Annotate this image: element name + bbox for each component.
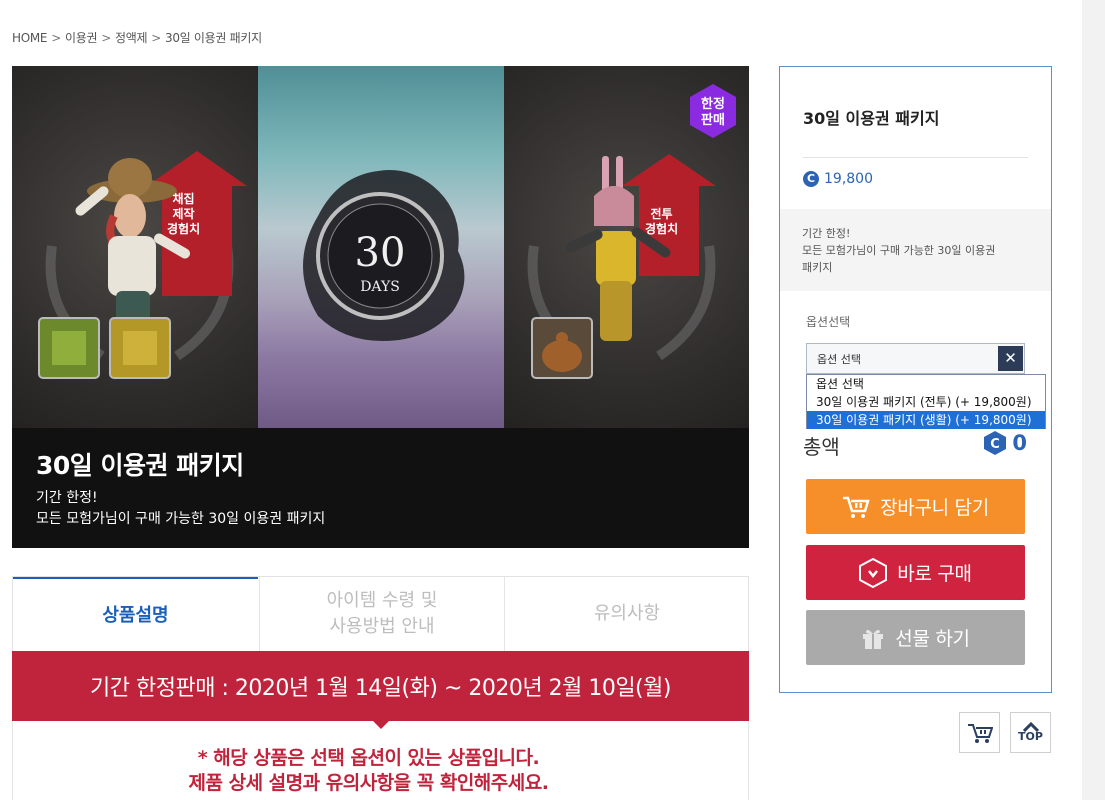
total-amount: C 0: [984, 431, 1027, 455]
desc-line-2: 모든 모험가님이 구매 가능한 30일 이용권: [802, 244, 996, 257]
close-icon[interactable]: ✕: [998, 346, 1023, 371]
days-number: 30: [355, 230, 406, 276]
gatherer-character-illustration: [38, 151, 247, 379]
banner-mid-panel: 30 DAYS: [258, 66, 504, 428]
desc-line-3: 패키지: [802, 261, 833, 274]
banner-title: 30일 이용권 패키지: [36, 451, 244, 480]
product-title: 30일 이용권 패키지: [803, 109, 940, 128]
breadcrumb-item[interactable]: 이용권: [65, 31, 98, 45]
top-label: TOP: [1018, 730, 1043, 743]
days-word: DAYS: [360, 279, 400, 295]
limited-sale-period-banner: 기간 한정판매 : 2020년 1월 14일(화) ~ 2020년 2월 10일…: [12, 651, 749, 729]
breadcrumb-separator: >: [51, 31, 61, 45]
svg-text:판매: 판매: [701, 112, 725, 128]
right-scroll-gutter: [1082, 0, 1105, 800]
svg-text:한정: 한정: [701, 96, 725, 112]
tab-precautions[interactable]: 유의사항: [504, 577, 749, 652]
banner-caption: 30일 이용권 패키지 기간 한정! 모든 모험가님이 구매 가능한 30일 이…: [12, 428, 749, 548]
option-label: 옵션선택: [806, 315, 851, 329]
tab-item-usage-guide-label: 아이템 수령 및 사용방법 안내: [326, 590, 438, 637]
option-select-value: 옵션 선택: [817, 353, 861, 366]
breadcrumb-home[interactable]: HOME: [12, 31, 48, 45]
option-item[interactable]: 옵션 선택: [807, 375, 1045, 393]
tab-item-usage-guide[interactable]: 아이템 수령 및 사용방법 안내: [259, 577, 504, 652]
gathering-exp-label: 채집 제작 경험치: [167, 192, 201, 236]
buy-now-button[interactable]: 바로 구매: [806, 545, 1025, 600]
banner-left-panel: 채집 제작 경험치: [12, 66, 258, 428]
price-value: 19,800: [824, 171, 873, 187]
scroll-to-top-button[interactable]: TOP: [1010, 712, 1051, 753]
total-label: 총액: [803, 435, 840, 459]
desc-line-1: 기간 한정!: [802, 227, 851, 240]
product-description: 기간 한정! 모든 모험가님이 구매 가능한 30일 이용권 패키지: [780, 209, 1051, 291]
breadcrumb-current: 30일 이용권 패키지: [164, 31, 262, 45]
total-value: 0: [1012, 431, 1027, 455]
banner-subtitle-2: 모든 모험가님이 구매 가능한 30일 이용권 패키지: [36, 511, 326, 527]
product-banner: 채집 제작 경험치 30 DAYS 전투 경험치 한정 판매 30일 이용권 패…: [12, 66, 749, 548]
banner-subtitle-1: 기간 한정!: [36, 490, 98, 506]
gift-icon: [861, 626, 885, 650]
svg-text:C: C: [991, 437, 1001, 452]
buy-hex-arrow-icon: [859, 557, 888, 588]
gift-label: 선물 하기: [895, 628, 970, 650]
detail-tabs: 상품설명 아이템 수령 및 사용방법 안내 유의사항: [12, 576, 749, 652]
breadcrumb: HOME > 이용권 > 정액제 >30일 이용권 패키지: [12, 29, 266, 46]
gift-button[interactable]: 선물 하기: [806, 610, 1025, 665]
coin-icon: C: [984, 431, 1007, 455]
purchase-panel: 30일 이용권 패키지 C 19,800 기간 한정! 모든 모험가님이 구매 …: [779, 66, 1052, 693]
breadcrumb-separator: >: [151, 31, 161, 45]
coin-icon: C: [803, 171, 819, 187]
cart-icon: [842, 495, 870, 519]
thirty-days-emblem: 30 DAYS: [303, 170, 465, 341]
notice-line-2: 제품 상세 설명과 유의사항을 꼭 확인해주세요.: [188, 772, 549, 794]
combat-exp-label: 전투 경험치: [645, 207, 679, 236]
option-item-crafting-selected[interactable]: 30일 이용권 패키지 (생활) (+ 19,800원): [807, 411, 1045, 429]
breadcrumb-separator: >: [101, 31, 111, 45]
option-dropdown: 옵션 선택 30일 이용권 패키지 (전투) (+ 19,800원) 30일 이…: [806, 374, 1046, 429]
add-to-cart-button[interactable]: 장바구니 담기: [806, 479, 1025, 534]
buy-now-label: 바로 구매: [897, 563, 972, 585]
limited-sale-badge: 한정 판매: [690, 84, 736, 138]
notice-line-1: * 해당 상품은 선택 옵션이 있는 상품입니다.: [197, 747, 540, 769]
option-select[interactable]: 옵션 선택 ✕: [806, 343, 1025, 374]
product-price: C 19,800: [803, 171, 873, 187]
add-to-cart-label: 장바구니 담기: [880, 497, 989, 519]
floating-cart-button[interactable]: [959, 712, 1000, 753]
option-item-combat[interactable]: 30일 이용권 패키지 (전투) (+ 19,800원): [807, 393, 1045, 411]
breadcrumb-item[interactable]: 정액제: [115, 31, 148, 45]
tab-product-description[interactable]: 상품설명: [13, 577, 258, 652]
cart-icon: [967, 723, 993, 743]
divider: [803, 157, 1028, 158]
sale-period-text: 기간 한정판매 : 2020년 1월 14일(화) ~ 2020년 2월 10일…: [90, 676, 671, 701]
